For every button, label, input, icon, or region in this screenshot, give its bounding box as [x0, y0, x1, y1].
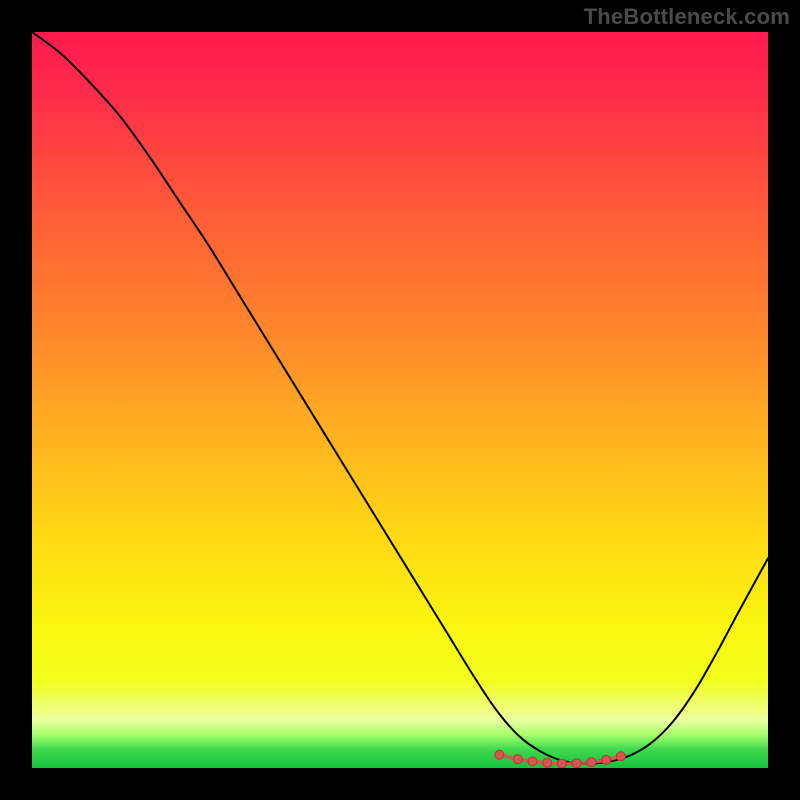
optimal-marker	[572, 759, 581, 768]
heat-gradient	[32, 32, 768, 768]
optimal-marker	[495, 750, 504, 759]
optimal-marker	[602, 755, 611, 764]
optimal-marker	[513, 755, 522, 764]
optimal-marker	[528, 757, 537, 766]
optimal-marker	[557, 759, 566, 768]
optimal-marker	[543, 758, 552, 767]
chart-frame: TheBottleneck.com	[0, 0, 800, 800]
chart-svg	[32, 32, 768, 768]
optimal-marker	[587, 758, 596, 767]
optimal-marker	[616, 752, 625, 761]
watermark-label: TheBottleneck.com	[584, 4, 790, 30]
plot-area	[32, 32, 768, 768]
